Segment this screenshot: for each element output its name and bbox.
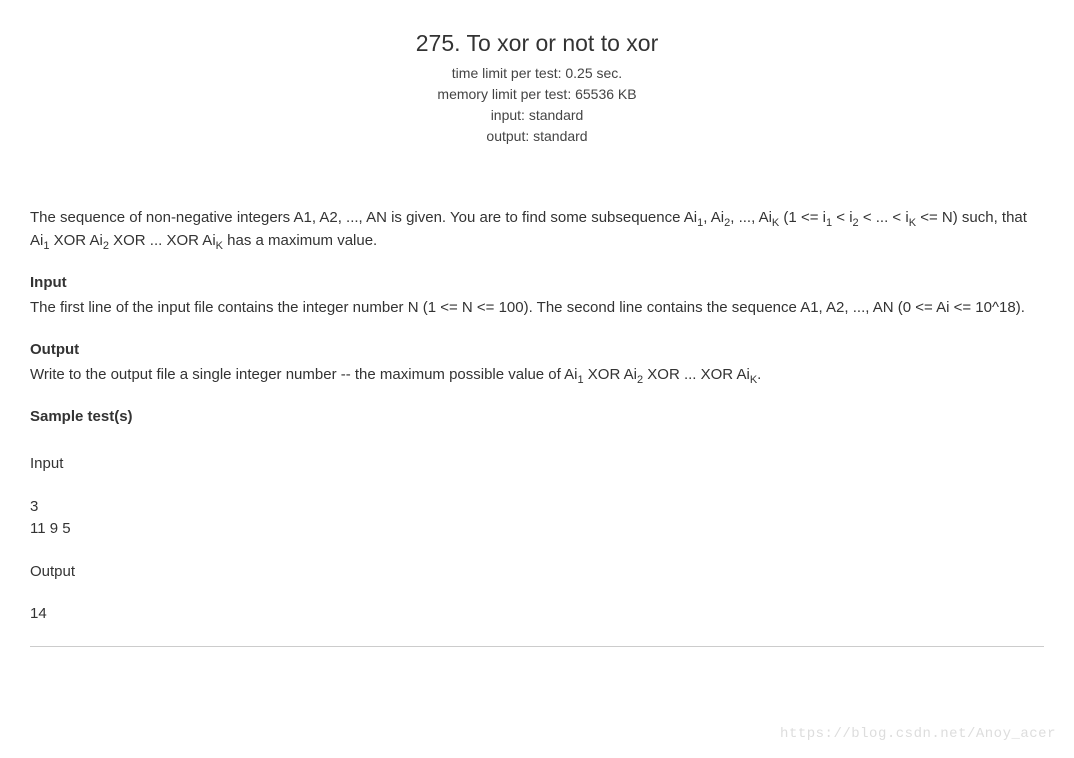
watermark-text: https://blog.csdn.net/Anoy_acer <box>780 726 1056 742</box>
stmt-part: XOR Ai <box>49 232 102 249</box>
time-limit: time limit per test: 0.25 sec. <box>30 63 1044 84</box>
section-divider <box>30 646 1044 647</box>
out-part: Write to the output file a single intege… <box>30 366 578 383</box>
output-section-title: Output <box>30 339 1044 362</box>
sample-output-data: 14 <box>30 603 1044 626</box>
sample-input-line: 11 9 5 <box>30 518 1044 541</box>
input-standard: input: standard <box>30 105 1044 126</box>
problem-statement: The sequence of non-negative integers A1… <box>30 207 1044 252</box>
sample-input-data: 3 11 9 5 <box>30 496 1044 541</box>
problem-header: 275. To xor or not to xor time limit per… <box>30 30 1044 147</box>
stmt-part: < i <box>832 209 852 226</box>
output-section-text: Write to the output file a single intege… <box>30 364 1044 387</box>
subscript: K <box>909 217 916 229</box>
subscript: K <box>216 240 223 252</box>
input-section-text: The first line of the input file contain… <box>30 297 1044 320</box>
page-content: 275. To xor or not to xor time limit per… <box>0 0 1074 647</box>
stmt-part: , Ai <box>703 209 724 226</box>
sample-output-label: Output <box>30 561 1044 584</box>
output-standard: output: standard <box>30 126 1044 147</box>
input-section-title: Input <box>30 272 1044 295</box>
stmt-part: (1 <= i <box>779 209 826 226</box>
stmt-part: has a maximum value. <box>223 232 377 249</box>
sample-output-line: 14 <box>30 603 1044 626</box>
problem-body: The sequence of non-negative integers A1… <box>30 207 1044 647</box>
out-part: . <box>757 366 761 383</box>
sample-input-line: 3 <box>30 496 1044 519</box>
sample-section-title: Sample test(s) <box>30 406 1044 429</box>
memory-limit: memory limit per test: 65536 KB <box>30 84 1044 105</box>
stmt-part: The sequence of non-negative integers A1… <box>30 209 697 226</box>
problem-title: 275. To xor or not to xor <box>30 30 1044 57</box>
out-part: XOR Ai <box>584 366 637 383</box>
stmt-part: < ... < i <box>859 209 909 226</box>
stmt-part: , ..., Ai <box>730 209 772 226</box>
sample-input-label: Input <box>30 453 1044 476</box>
out-part: XOR ... XOR Ai <box>643 366 750 383</box>
stmt-part: XOR ... XOR Ai <box>109 232 216 249</box>
